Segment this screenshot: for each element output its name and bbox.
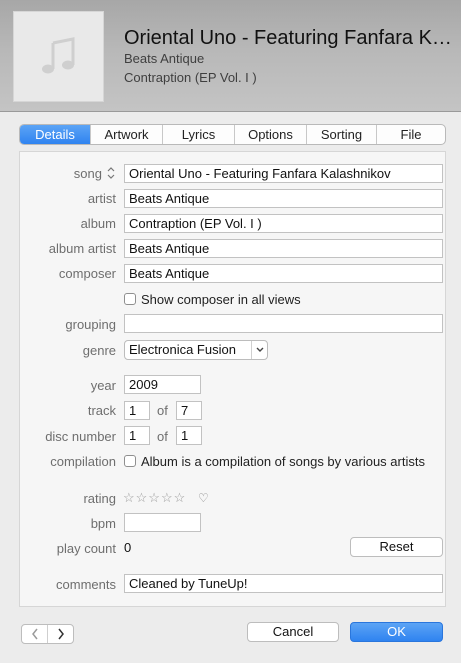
genre-value: Electronica Fusion	[129, 342, 236, 357]
play-count-value: 0	[124, 540, 132, 555]
song-album-heading: Contraption (EP Vol. I )	[124, 70, 257, 85]
album-artwork-placeholder	[13, 11, 104, 102]
comments-field[interactable]: Cleaned by TuneUp!	[124, 574, 443, 593]
artist-label: artist	[87, 191, 116, 206]
year-field[interactable]: 2009	[124, 375, 201, 394]
song-artist-heading: Beats Antique	[124, 51, 205, 66]
tab-artwork[interactable]: Artwork	[90, 125, 162, 144]
chevron-left-icon	[31, 628, 38, 640]
tab-options[interactable]: Options	[234, 125, 306, 144]
genre-select[interactable]: Electronica Fusion	[124, 340, 268, 360]
disc-number-label: disc number	[45, 429, 116, 444]
music-note-icon	[41, 36, 74, 73]
song-label: song	[73, 166, 102, 181]
next-track-button[interactable]	[47, 625, 73, 643]
chevron-down-icon	[251, 341, 267, 359]
compilation-text: Album is a compilation of songs by vario…	[141, 454, 425, 469]
track-total-field[interactable]: 7	[176, 401, 202, 420]
tab-sorting[interactable]: Sorting	[306, 125, 376, 144]
year-label: year	[90, 378, 116, 393]
track-number-field[interactable]: 1	[124, 401, 150, 420]
previous-track-button[interactable]	[22, 625, 47, 643]
track-of-label: of	[157, 403, 168, 418]
show-composer-label: Show composer in all views	[141, 292, 301, 307]
disc-of-label: of	[157, 429, 168, 444]
ok-button[interactable]: OK	[350, 622, 443, 642]
heart-icon[interactable]: ♡	[198, 491, 209, 505]
song-header: Oriental Uno - Featuring Fanfara Kalashn…	[0, 0, 461, 112]
compilation-label: compilation	[50, 454, 116, 469]
composer-field[interactable]: Beats Antique	[124, 264, 443, 283]
chevron-right-icon	[57, 628, 64, 640]
album-label: album	[80, 216, 116, 231]
rating-label: rating	[83, 491, 116, 506]
disc-number-field[interactable]: 1	[124, 426, 150, 445]
genre-label: genre	[82, 343, 116, 358]
album-field[interactable]: Contraption (EP Vol. I )	[124, 214, 443, 233]
tab-file[interactable]: File	[376, 125, 445, 144]
song-field[interactable]: Oriental Uno - Featuring Fanfara Kalashn…	[124, 164, 443, 183]
bpm-label: bpm	[90, 516, 116, 531]
tab-details[interactable]: Details	[20, 125, 90, 144]
cancel-button[interactable]: Cancel	[247, 622, 339, 642]
album-artist-label: album artist	[48, 241, 116, 256]
song-title-heading: Oriental Uno - Featuring Fanfara Kalashn…	[124, 27, 454, 49]
tab-lyrics[interactable]: Lyrics	[162, 125, 234, 144]
compilation-checkbox[interactable]	[124, 455, 136, 467]
play-count-label: play count	[56, 541, 116, 556]
disc-total-field[interactable]: 1	[176, 426, 202, 445]
sort-chevron-icon[interactable]	[106, 165, 116, 181]
grouping-label: grouping	[65, 317, 116, 332]
info-tabs: Details Artwork Lyrics Options Sorting F…	[19, 124, 446, 145]
track-navigation	[21, 624, 74, 644]
track-label: track	[87, 403, 116, 418]
grouping-field[interactable]	[124, 314, 443, 333]
album-artist-field[interactable]: Beats Antique	[124, 239, 443, 258]
comments-label: comments	[56, 577, 116, 592]
rating-stars[interactable]: ☆☆☆☆☆	[123, 490, 186, 506]
reset-play-count-button[interactable]: Reset	[350, 537, 443, 557]
composer-label: composer	[58, 266, 116, 281]
song-info-window: Oriental Uno - Featuring Fanfara Kalashn…	[0, 0, 461, 663]
bpm-field[interactable]	[124, 513, 201, 532]
show-composer-checkbox[interactable]	[124, 293, 136, 305]
artist-field[interactable]: Beats Antique	[124, 189, 443, 208]
